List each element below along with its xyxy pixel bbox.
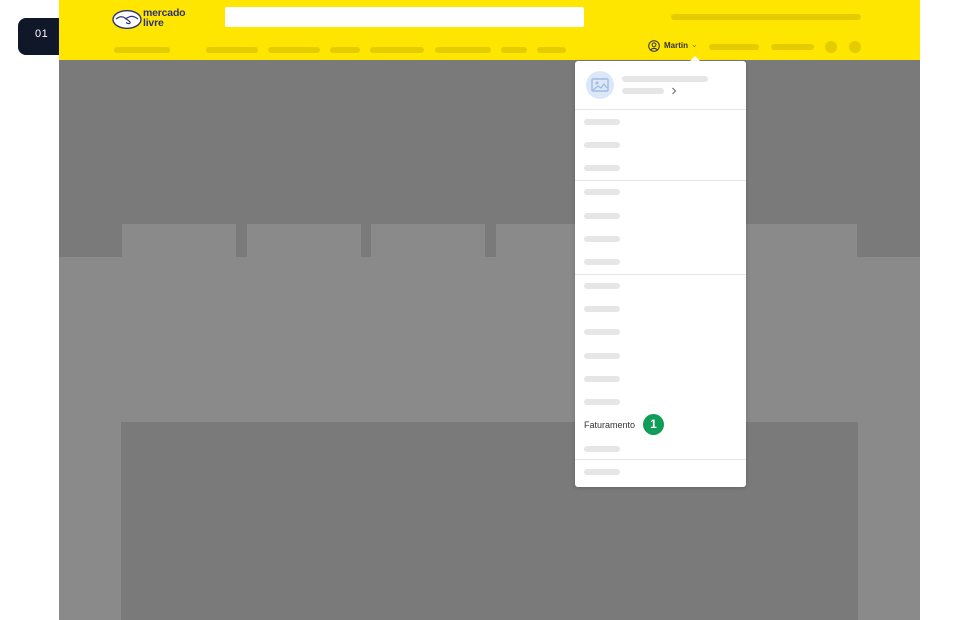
location-placeholder[interactable] <box>114 47 170 53</box>
menu-item[interactable] <box>584 306 620 312</box>
content-card <box>743 224 857 402</box>
page-frame: mercado livre Martin ⌄ <box>59 0 920 620</box>
promo-banner-placeholder[interactable] <box>671 14 861 20</box>
menu-item[interactable] <box>584 376 620 382</box>
profile-link-placeholder[interactable] <box>622 88 664 94</box>
menu-item[interactable] <box>584 236 620 242</box>
menu-item[interactable] <box>584 213 620 219</box>
menu-divider <box>575 180 746 181</box>
profile-avatar[interactable] <box>586 71 614 99</box>
menu-item[interactable] <box>584 353 620 359</box>
nav-item-4[interactable] <box>370 47 424 53</box>
chevron-down-icon: ⌄ <box>691 40 698 49</box>
profile-name-placeholder <box>622 76 708 82</box>
menu-item-faturamento[interactable]: Faturamento <box>584 420 635 430</box>
menu-item[interactable] <box>584 119 620 125</box>
menu-item[interactable] <box>584 399 620 405</box>
nav-item-6[interactable] <box>501 47 527 53</box>
nav-item-3[interactable] <box>330 47 360 53</box>
menu-item[interactable] <box>584 142 620 148</box>
nav-item-1[interactable] <box>206 47 258 53</box>
logo-wordmark: mercado livre <box>143 8 186 29</box>
menu-item[interactable] <box>584 189 620 195</box>
handshake-icon <box>112 10 142 29</box>
content-card <box>122 224 236 402</box>
content-panel <box>121 422 858 620</box>
header-link-1[interactable] <box>709 44 759 50</box>
menu-item[interactable] <box>584 446 620 452</box>
menu-item[interactable] <box>584 283 620 289</box>
nav-item-2[interactable] <box>268 47 320 53</box>
chevron-right-icon <box>672 87 677 95</box>
step-label: 01 <box>35 28 49 40</box>
content-card <box>371 224 485 402</box>
user-name: Martin <box>664 41 688 50</box>
cart-icon[interactable] <box>849 41 861 53</box>
menu-divider <box>575 459 746 460</box>
notifications-icon[interactable] <box>825 41 837 53</box>
callout-number-badge: 1 <box>643 414 664 435</box>
nav-item-5[interactable] <box>435 47 491 53</box>
menu-item[interactable] <box>584 165 620 171</box>
content-card <box>247 224 361 402</box>
menu-divider <box>575 109 746 110</box>
header: mercado livre Martin ⌄ <box>59 0 920 60</box>
mercado-livre-logo[interactable]: mercado livre <box>112 8 192 31</box>
user-circle-icon <box>648 40 660 52</box>
menu-item[interactable] <box>584 329 620 335</box>
nav-item-7[interactable] <box>537 47 566 53</box>
menu-item[interactable] <box>584 259 620 265</box>
image-placeholder-icon <box>591 78 609 92</box>
header-link-2[interactable] <box>771 44 814 50</box>
search-input[interactable] <box>225 7 584 27</box>
menu-divider <box>575 274 746 275</box>
logout-item[interactable] <box>584 469 620 475</box>
logo-line-2: livre <box>143 16 164 29</box>
